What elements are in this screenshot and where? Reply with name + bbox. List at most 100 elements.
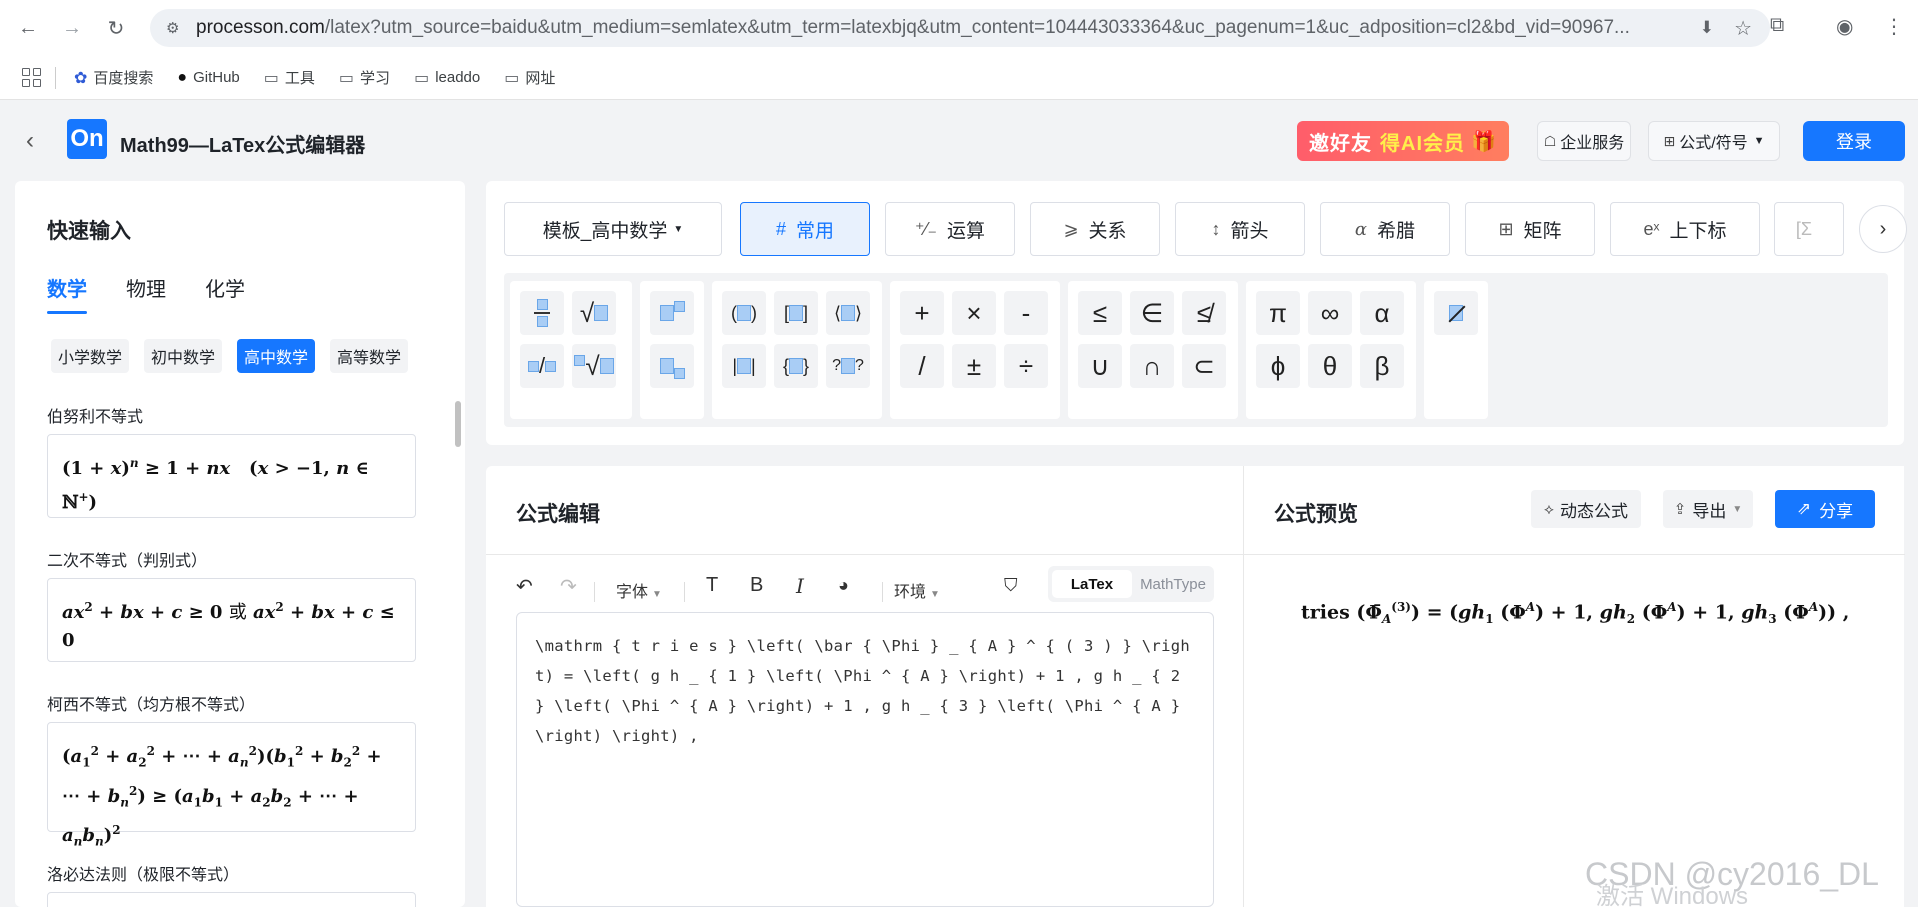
tab-operations[interactable]: ⁺⁄₋ 运算 bbox=[885, 202, 1015, 256]
extensions-icon[interactable]: ⧉ bbox=[1770, 14, 1784, 37]
matrix-icon: ⊞ bbox=[1498, 218, 1514, 239]
environment-dropdown[interactable]: 环境 ▼ bbox=[894, 578, 940, 602]
login-button[interactable]: 登录 bbox=[1803, 121, 1905, 161]
apps-grid-icon[interactable] bbox=[22, 68, 41, 87]
symbol-toolbar: 模板_高中数学 ▼ # 常用 ⁺⁄₋ 运算 ⩾ 关系 ↕ 箭头 α 希腊 ⊞ 矩阵 eˣ 上下标… bbox=[486, 181, 1907, 445]
beta-symbol[interactable]: β bbox=[1360, 344, 1404, 388]
not-leq-symbol[interactable]: ≰ bbox=[1182, 291, 1226, 335]
dynamic-formula-button[interactable]: ⟡ 动态公式 bbox=[1531, 490, 1641, 528]
reload-icon[interactable]: ↻ bbox=[102, 14, 130, 42]
bookmark-folder-leaddo[interactable]: ▭ leaddo bbox=[414, 68, 480, 88]
divide-slash-symbol[interactable]: / bbox=[900, 344, 944, 388]
formula-card-cauchy[interactable]: (a12 + a22 + ⋯ + an2)(b12 + b22 + ⋯ + bn… bbox=[47, 722, 416, 849]
square-bracket-icon[interactable]: [] bbox=[774, 291, 818, 335]
profile-icon[interactable]: ◉ bbox=[1836, 14, 1853, 39]
install-app-icon[interactable]: ⬇ bbox=[1700, 18, 1714, 38]
mode-latex-button[interactable]: LaTex bbox=[1052, 570, 1132, 598]
plus-minus-symbol[interactable]: ± bbox=[952, 344, 996, 388]
alpha-symbol[interactable]: α bbox=[1360, 291, 1404, 335]
back-arrow-icon[interactable]: ← bbox=[14, 14, 42, 42]
level-junior[interactable]: 初中数学 bbox=[144, 339, 222, 373]
tab-greek[interactable]: α 希腊 bbox=[1320, 202, 1450, 256]
next-tabs-chevron-icon[interactable]: › bbox=[1859, 205, 1907, 253]
custom-bracket-icon[interactable]: ?? bbox=[826, 344, 870, 388]
scrollbar-thumb[interactable] bbox=[455, 401, 461, 447]
brace-bracket-icon[interactable]: {} bbox=[774, 344, 818, 388]
level-advanced[interactable]: 高等数学 bbox=[330, 339, 408, 373]
tab-arrows[interactable]: ↕ 箭头 bbox=[1175, 202, 1305, 256]
formula-symbol-dropdown[interactable]: ⊞ 公式/符号 ▼ bbox=[1648, 121, 1780, 161]
bookmark-folder-tools[interactable]: ▭ 工具 bbox=[264, 67, 315, 88]
url-text: processon.com/latex?utm_source=baidu&utm… bbox=[196, 17, 1630, 38]
editor-title: 公式编辑 bbox=[516, 503, 600, 526]
sqrt-template-icon[interactable]: √ bbox=[572, 291, 616, 335]
subscript-icon[interactable] bbox=[650, 344, 694, 388]
formula-card-lhopital[interactable] bbox=[47, 892, 416, 907]
tab-sum-partial[interactable]: [Σ bbox=[1774, 202, 1844, 256]
slash-fraction-icon[interactable]: / bbox=[520, 344, 564, 388]
geq-icon: ⩾ bbox=[1063, 218, 1079, 239]
union-symbol[interactable]: ∪ bbox=[1078, 344, 1122, 388]
paren-bracket-icon[interactable]: () bbox=[722, 291, 766, 335]
redo-icon[interactable]: ↷ bbox=[560, 574, 577, 599]
enterprise-service-button[interactable]: ☖ 企业服务 bbox=[1537, 121, 1631, 161]
menu-dots-icon[interactable]: ⋮ bbox=[1884, 14, 1904, 39]
caret-down-icon: ▼ bbox=[1732, 503, 1743, 515]
template-dropdown[interactable]: 模板_高中数学 ▼ bbox=[504, 202, 722, 256]
italic-icon[interactable]: I bbox=[796, 574, 804, 598]
text-style-icon[interactable]: T bbox=[706, 574, 718, 597]
superscript-icon[interactable] bbox=[650, 291, 694, 335]
back-chevron-icon[interactable]: ‹ bbox=[26, 127, 34, 155]
undo-icon[interactable]: ↶ bbox=[516, 574, 533, 599]
subject-tab-math[interactable]: 数学 bbox=[47, 273, 87, 302]
site-info-icon[interactable]: ⚙ bbox=[166, 19, 186, 37]
times-symbol[interactable]: × bbox=[952, 291, 996, 335]
upload-icon: ⇪ bbox=[1673, 501, 1687, 518]
subset-symbol[interactable]: ⊂ bbox=[1182, 344, 1226, 388]
address-bar[interactable]: ⚙ processon.com/latex?utm_source=baidu&u… bbox=[150, 9, 1770, 47]
bold-icon[interactable]: B bbox=[750, 574, 763, 597]
color-palette-icon[interactable]: ◕ bbox=[838, 575, 849, 596]
nth-root-icon[interactable]: √ bbox=[572, 344, 616, 388]
quick-input-panel: 快速输入 数学 物理 化学 小学数学 初中数学 高中数学 高等数学 伯努利不等式… bbox=[15, 181, 465, 907]
level-primary[interactable]: 小学数学 bbox=[51, 339, 129, 373]
angle-bracket-icon[interactable]: ⟨ ⟩ bbox=[826, 291, 870, 335]
level-senior[interactable]: 高中数学 bbox=[237, 339, 315, 373]
minus-symbol[interactable]: - bbox=[1004, 291, 1048, 335]
fraction-template-icon[interactable] bbox=[520, 291, 564, 335]
mode-mathtype-button[interactable]: MathType bbox=[1136, 570, 1210, 598]
share-out-icon: ⇗ bbox=[1796, 499, 1812, 518]
theta-symbol[interactable]: θ bbox=[1308, 344, 1352, 388]
intersection-symbol[interactable]: ∩ bbox=[1130, 344, 1174, 388]
bookmark-baidu[interactable]: ✿ 百度搜索 bbox=[74, 67, 153, 88]
plus-symbol[interactable]: + bbox=[900, 291, 944, 335]
subject-tab-chemistry[interactable]: 化学 bbox=[205, 273, 245, 302]
share-button[interactable]: ⇗ 分享 bbox=[1775, 490, 1875, 528]
subject-tab-physics[interactable]: 物理 bbox=[126, 273, 166, 302]
export-dropdown[interactable]: ⇪ 导出 ▼ bbox=[1663, 490, 1753, 528]
pi-symbol[interactable]: π bbox=[1256, 291, 1300, 335]
bookmark-folder-study[interactable]: ▭ 学习 bbox=[339, 67, 390, 88]
basket-icon[interactable]: ⛉ bbox=[1004, 575, 1018, 596]
font-dropdown[interactable]: 字体 ▼ bbox=[616, 578, 662, 602]
division-symbol[interactable]: ÷ bbox=[1004, 344, 1048, 388]
formula-card-bernoulli[interactable]: (1 + x)n ≥ 1 + nx (x > −1, n ∈ ℕ+) bbox=[47, 434, 416, 518]
bookmark-github[interactable]: ● GitHub bbox=[177, 69, 239, 87]
formula-label: 柯西不等式（均方根不等式） bbox=[47, 697, 256, 714]
tab-matrix[interactable]: ⊞ 矩阵 bbox=[1465, 202, 1595, 256]
cancel-strike-icon[interactable] bbox=[1434, 291, 1478, 335]
forward-arrow-icon[interactable]: → bbox=[58, 14, 86, 42]
in-symbol[interactable]: ∈ bbox=[1130, 291, 1174, 335]
invite-banner-button[interactable]: 邀好友 得AI会员 🎁 bbox=[1297, 121, 1509, 161]
tab-relations[interactable]: ⩾ 关系 bbox=[1030, 202, 1160, 256]
tab-common[interactable]: # 常用 bbox=[740, 202, 870, 256]
tab-super-sub[interactable]: eˣ 上下标 bbox=[1610, 202, 1760, 256]
bookmark-folder-sites[interactable]: ▭ 网址 bbox=[504, 67, 555, 88]
bookmark-star-icon[interactable]: ☆ bbox=[1734, 16, 1752, 41]
infinity-symbol[interactable]: ∞ bbox=[1308, 291, 1352, 335]
leq-symbol[interactable]: ≤ bbox=[1078, 291, 1122, 335]
abs-bracket-icon[interactable]: | | bbox=[722, 344, 766, 388]
formula-card-quadratic[interactable]: ax2 + bx + c ≥ 0 或 ax2 + bx + c ≤ 0 bbox=[47, 578, 416, 662]
latex-code-textarea[interactable]: \mathrm { t r i e s } \left( \bar { \Phi… bbox=[516, 612, 1214, 907]
phi-symbol[interactable]: ϕ bbox=[1256, 344, 1300, 388]
